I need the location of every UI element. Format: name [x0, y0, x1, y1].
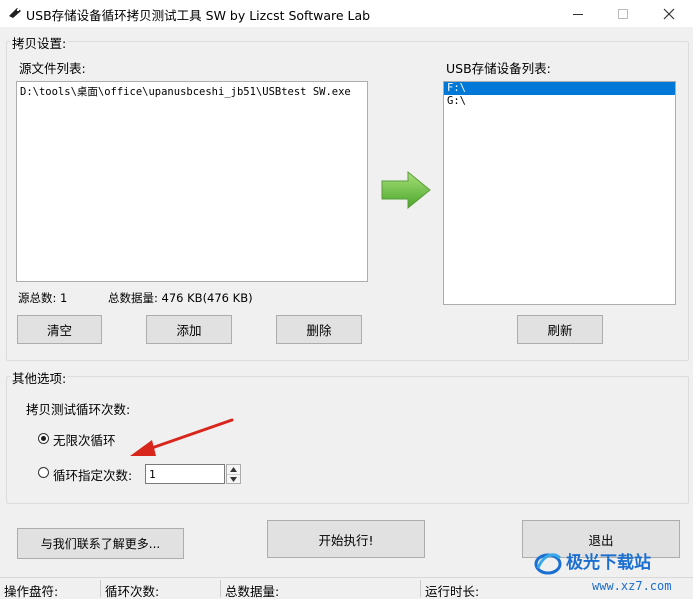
- maximize-icon: [618, 8, 628, 19]
- other-options-title: 其他选项:: [10, 368, 69, 387]
- list-item-selected[interactable]: F:\: [444, 82, 675, 95]
- radio-unlimited[interactable]: [38, 433, 49, 444]
- radio-unlimited-label[interactable]: 无限次循环: [53, 430, 116, 449]
- status-bar: 操作盘符: 循环次数: 总数据量: 运行时长: www.xz7.com: [0, 577, 693, 599]
- minimize-button[interactable]: [555, 0, 601, 27]
- close-button[interactable]: [646, 0, 692, 27]
- maximize-button[interactable]: [600, 0, 646, 27]
- refresh-button[interactable]: 刷新: [517, 315, 603, 344]
- window-title: USB存储设备循环拷贝测试工具 SW by Lizcst Software La…: [26, 8, 371, 23]
- status-loops: 循环次数:: [105, 584, 160, 599]
- source-list-label: 源文件列表:: [19, 61, 86, 76]
- usb-device-list[interactable]: F:\ G:\: [443, 81, 676, 305]
- list-item[interactable]: D:\tools\桌面\office\upanusbceshi_jb51\USB…: [17, 82, 367, 101]
- minimize-icon: [573, 13, 583, 15]
- radio-specified[interactable]: [38, 467, 49, 478]
- close-icon: [663, 8, 675, 19]
- status-drive: 操作盘符:: [4, 584, 59, 599]
- watermark-brand: 极光下载站: [566, 553, 651, 573]
- watermark-url: www.xz7.com: [592, 579, 672, 593]
- list-item[interactable]: G:\: [444, 95, 675, 108]
- spin-up-icon[interactable]: [230, 467, 237, 472]
- watermark: 极光下载站: [534, 548, 684, 578]
- title-bar: USB存储设备循环拷贝测试工具 SW by Lizcst Software La…: [0, 0, 693, 27]
- green-arrow-right-icon: [381, 170, 431, 210]
- loop-count-stepper[interactable]: [226, 464, 241, 484]
- delete-button[interactable]: 删除: [276, 315, 362, 344]
- source-file-list[interactable]: D:\tools\桌面\office\upanusbceshi_jb51\USB…: [16, 81, 368, 282]
- status-runtime: 运行时长:: [425, 584, 480, 599]
- usb-drive-icon: [9, 8, 21, 18]
- annotation-arrow-icon: [130, 418, 234, 456]
- copy-settings-title: 拷贝设置:: [10, 33, 69, 52]
- total-size: 总数据量: 476 KB(476 KB): [108, 291, 253, 305]
- source-count: 源总数: 1: [18, 291, 68, 305]
- status-total-data: 总数据量:: [225, 584, 280, 599]
- loop-count-label: 拷贝测试循环次数:: [26, 402, 131, 417]
- contact-button[interactable]: 与我们联系了解更多...: [17, 528, 184, 559]
- loop-count-input[interactable]: [145, 464, 225, 484]
- clear-button[interactable]: 清空: [17, 315, 102, 344]
- start-button[interactable]: 开始执行!: [267, 520, 425, 558]
- app-window: USB存储设备循环拷贝测试工具 SW by Lizcst Software La…: [0, 0, 693, 599]
- spin-down-icon[interactable]: [230, 477, 237, 482]
- usb-list-label: USB存储设备列表:: [446, 61, 551, 76]
- aurora-logo-icon: [534, 553, 562, 575]
- radio-specified-label[interactable]: 循环指定次数:: [53, 465, 132, 484]
- add-button[interactable]: 添加: [146, 315, 232, 344]
